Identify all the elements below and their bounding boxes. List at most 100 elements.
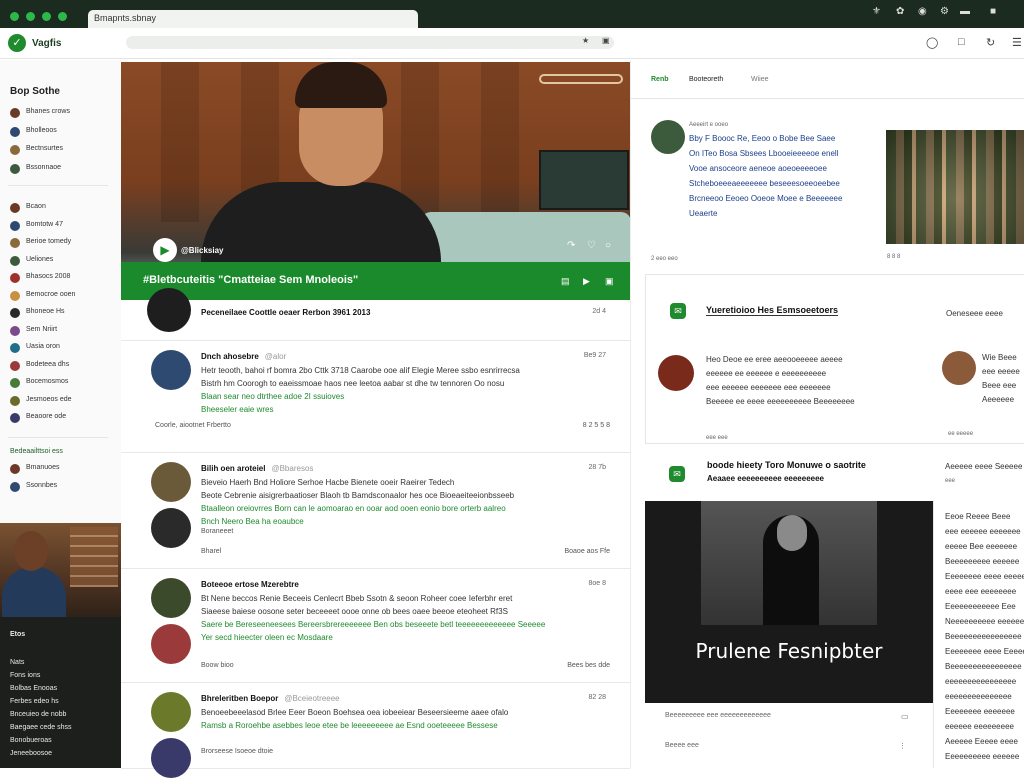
sidebar-promo-photo[interactable] <box>0 523 121 619</box>
folder-icon[interactable]: □ <box>958 36 965 48</box>
feed-post[interactable]: Dnch ahosebre @alor Be9 27 Hetr teooth, bah… <box>121 340 630 453</box>
post-link-text[interactable]: Bheeseler eaie wres <box>201 405 273 414</box>
menu-icon[interactable]: ☰ <box>1012 36 1022 49</box>
sidebar-dark-item[interactable]: Fons ions <box>10 672 40 679</box>
feed-post[interactable]: Boteeoe ertose Mzerebtre 8oe 8 Bt Nene bec… <box>121 568 630 683</box>
app-logo-icon[interactable]: ✓ <box>8 34 26 52</box>
tab-renb[interactable]: Renb <box>651 76 669 83</box>
sidebar-item[interactable]: Bectnsurtes <box>10 143 118 157</box>
leaf-icon[interactable]: ✿ <box>896 6 904 17</box>
extension-icon[interactable]: ▣ <box>602 36 610 45</box>
hero-video[interactable]: ▶ @Blicksiay #Bletbcuteitis "Cmatteiae S… <box>121 62 630 300</box>
sidebar-dark-item[interactable]: Ferbes edeo hs <box>10 698 59 705</box>
avatar[interactable] <box>151 624 191 664</box>
sidebar-item[interactable]: Beaoore ode <box>10 411 118 425</box>
feature-text[interactable]: Bby F Boooc Re, Eeoo o Bobe Bee Saee <box>689 134 835 143</box>
sidebar-item[interactable]: Berioe tomedy <box>10 236 118 250</box>
feed-post[interactable]: Bhreleritben Boepor @Bceieotreeee 82 28 Ben… <box>121 682 630 778</box>
post-link-text[interactable]: Btaalleon oreiovrres Born can le aomoara… <box>201 504 506 513</box>
avatar[interactable] <box>151 692 191 732</box>
avatar[interactable] <box>151 350 191 390</box>
feature-text[interactable]: Ueaerte <box>689 209 717 218</box>
bookmark-icon[interactable]: ▭ <box>901 712 909 721</box>
bird-icon[interactable]: ⚜ <box>872 6 881 17</box>
sidebar-item[interactable]: Ssonnbes <box>10 480 118 494</box>
more-icon[interactable]: ○ <box>605 240 611 251</box>
browser-tab[interactable]: Bmapnts.sbnay <box>88 10 418 28</box>
feature-text[interactable]: Vooe ansoceore aeneoe aoeoeeeeoee <box>689 164 827 173</box>
sidebar-item[interactable]: Bemocroe ooen <box>10 289 118 303</box>
sidebar-item[interactable]: Bhanes crows <box>10 106 118 120</box>
url-input[interactable] <box>126 36 614 49</box>
sidebar-item[interactable]: Bmanuoes <box>10 462 118 476</box>
post-author[interactable]: Bilih oen aroteiel @Bbaresos <box>201 464 313 473</box>
post-author[interactable]: Boteeoe ertose Mzerebtre <box>201 580 299 589</box>
post-actions[interactable]: 8 2 5 5 8 <box>583 422 610 429</box>
avatar[interactable] <box>147 288 191 332</box>
feature-text[interactable]: Stcheboeeeaeeeeeee beseeesoeeoeebee <box>689 179 840 188</box>
feature-text[interactable]: On ITeo Bosa Sbsees Lbooeieeeeoe enell <box>689 149 838 158</box>
post-link-text[interactable]: Blaan sear neo dtrthee adoe 2I ssuioves <box>201 392 344 401</box>
sidebar-item[interactable]: Bhasocs 2008 <box>10 271 118 285</box>
sidebar-dark-item[interactable]: Bolbas Enooas <box>10 685 57 692</box>
sidebar-item[interactable]: Bcaon <box>10 201 118 215</box>
window-extra-dot[interactable] <box>58 12 67 21</box>
sidebar-item[interactable]: Bssonnaoe <box>10 162 118 176</box>
post-actions[interactable]: Boaoe aos Ffe <box>564 548 610 555</box>
tab-booteoreth[interactable]: Booteoreth <box>689 76 723 83</box>
fullscreen-icon[interactable]: ▣ <box>605 276 614 287</box>
window-minimize-dot[interactable] <box>26 12 35 21</box>
sidebar-dark-item[interactable]: Bonobueroas <box>10 737 52 744</box>
post-author[interactable]: Peceneilaee Coottle oeaer Rerbon 3961 20… <box>201 308 370 317</box>
post-link-text[interactable]: Bnch Neero Bea ha eoaubce <box>201 517 304 526</box>
sidebar-dark-item[interactable]: Baegaee cede shss <box>10 724 72 731</box>
sidebar-dark-item[interactable]: Jeneeboosoe <box>10 750 52 757</box>
avatar[interactable] <box>151 738 191 778</box>
sidebar-item[interactable]: Bhoneoe Hs <box>10 306 118 320</box>
github-icon[interactable]: ◉ <box>918 6 927 17</box>
story-card[interactable]: ✉ Yueretioioo Hes Esmsoeetoers Oeneseee … <box>645 274 1024 444</box>
sidebar-item[interactable]: Bomtotw 47 <box>10 219 118 233</box>
sidebar-item[interactable]: Sem Nriirt <box>10 324 118 338</box>
refresh-icon[interactable]: ↻ <box>986 36 995 49</box>
feed-post[interactable]: Peceneilaee Coottle oeaer Rerbon 3961 20… <box>121 288 630 341</box>
sidebar-dark-item[interactable]: Nats <box>10 659 24 666</box>
sidebar-item[interactable]: Uasia oron <box>10 341 118 355</box>
close-icon[interactable]: ■ <box>990 6 996 17</box>
window-maximize-dot[interactable] <box>42 12 51 21</box>
minimize-icon[interactable]: ▬ <box>960 6 970 17</box>
sidebar-item[interactable]: Jesmoeos ede <box>10 394 118 408</box>
avatar <box>10 273 20 283</box>
star-icon[interactable]: ★ <box>582 36 589 45</box>
sidebar-item[interactable]: Bocemosmos <box>10 376 118 390</box>
like-icon[interactable]: ♡ <box>587 240 596 251</box>
share-icon[interactable]: ↷ <box>567 240 575 251</box>
post-author[interactable]: Bhreleritben Boepor @Bceieotreeee <box>201 694 340 703</box>
avatar[interactable] <box>151 462 191 502</box>
post-actions[interactable]: Bees bes dde <box>567 662 610 669</box>
more-icon[interactable]: ⋮ <box>899 742 906 750</box>
feed-post[interactable]: Bilih oen aroteiel @Bbaresos 28 7b Bieveio … <box>121 452 630 569</box>
avatar[interactable] <box>151 508 191 548</box>
volume-icon[interactable]: ▶ <box>583 276 590 287</box>
sidebar-dark-item[interactable]: Bnceuieo de nobb <box>10 711 66 718</box>
feature-story[interactable]: Aeeeirt e ooeo Bby F Boooc Re, Eeoo o Bo… <box>631 110 1024 270</box>
post-link-text[interactable]: Yer secd hieecter oleen ec Mosdaare <box>201 633 333 642</box>
window-close-dot[interactable] <box>10 12 19 21</box>
post-link-text[interactable]: Saere be Bereseeneesees Bereersbrereeeee… <box>201 620 545 629</box>
avatar[interactable] <box>151 578 191 618</box>
feature-text[interactable]: Brcneeoo Eeoeo Ooeoe Moee e Beeeeeee <box>689 194 842 203</box>
hd-icon[interactable]: ▤ <box>561 276 570 287</box>
channel-logo-icon[interactable]: ▶ <box>153 238 177 262</box>
settings-icon[interactable]: ⚙ <box>940 6 949 17</box>
crowd-photo[interactable] <box>886 130 1024 244</box>
post-link-text[interactable]: Ramsb a Roroehbe asebbes leoe etee be le… <box>201 721 498 730</box>
post-author[interactable]: Dnch ahosebre @alor <box>201 352 286 361</box>
sidebar-item[interactable]: Bodeteea dhs <box>10 359 118 373</box>
portrait-image[interactable]: Prulene Fesnipbter <box>645 501 933 703</box>
sidebar-item[interactable]: Bholleoos <box>10 125 118 139</box>
image-caption: Prulene Fesnipbter <box>695 639 883 663</box>
sidebar-item[interactable]: Ueliones <box>10 254 118 268</box>
tab-wiiee[interactable]: Wiiee <box>751 76 769 83</box>
profile-icon[interactable]: ◯ <box>926 36 938 49</box>
